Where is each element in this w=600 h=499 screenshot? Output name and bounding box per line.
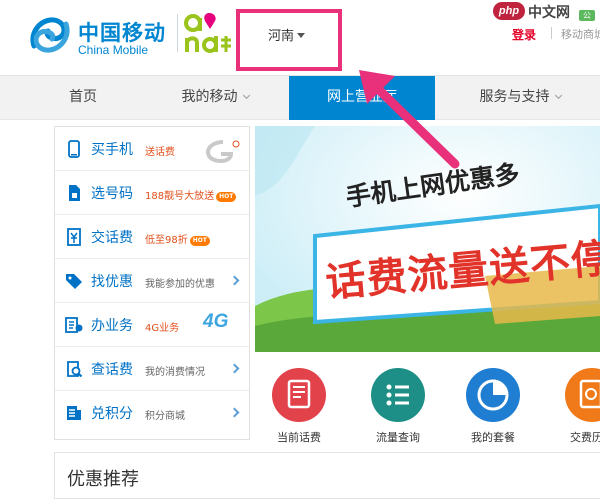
china-mobile-logo-mark-icon [30, 17, 70, 53]
list-icon [386, 384, 409, 406]
sidebar-item-label: 选号码 [91, 186, 133, 202]
quick-icon-bg [371, 368, 425, 422]
watermark-site-name: 中文网 [528, 5, 570, 21]
nav-online-hall-label: 网上营业厅 [327, 89, 397, 105]
login-link[interactable]: 登录 [512, 26, 536, 43]
sidebar-item-handle-business[interactable]: 办业务 4G业务 4G [55, 303, 249, 347]
recommend-section: 优惠推荐 [54, 452, 600, 499]
quick-label: 交费历史 [570, 431, 600, 444]
4g-badge: 4G [203, 311, 229, 332]
sidebar-item-buy-phone[interactable]: 买手机 送话费 [55, 127, 249, 171]
sidebar-item-promo: 低至98折 HOT [145, 231, 210, 246]
bill-icon [67, 228, 81, 246]
sidebar-item-label: 找优惠 [91, 274, 133, 290]
quick-label: 流量查询 [376, 431, 420, 444]
sidebar-item-promo-text: 188靓号大放送 [145, 191, 215, 202]
header-separator [551, 27, 552, 39]
sidebar-item-redeem-points[interactable]: 兑积分 积分商城 [55, 391, 249, 435]
sidebar-item-label: 兑积分 [91, 406, 133, 422]
hot-badge: HOT [216, 192, 237, 202]
nav-service-support[interactable]: 服务与支持 [445, 76, 595, 119]
sidebar-item-pay-bill[interactable]: 交话费 低至98折 HOT [55, 215, 249, 259]
quick-icon-bg [272, 368, 326, 422]
document-icon [287, 379, 311, 409]
logo-divider [177, 14, 178, 52]
region-selector[interactable]: 河南 [268, 25, 306, 44]
sidebar-item-find-offers[interactable]: 找优惠 我能参加的优惠 [55, 259, 249, 303]
nav-home[interactable]: 首页 [28, 76, 138, 119]
nav-service-support-label: 服务与支持 [479, 89, 550, 105]
tag-icon [66, 274, 82, 289]
quick-label: 我的套餐 [471, 431, 515, 444]
watermark-tag: 公 [579, 10, 595, 21]
main-nav: 首页 我的移动 网上营业厅 服务与支持 [0, 75, 600, 120]
chevron-right-icon [229, 407, 240, 418]
chevron-right-icon [229, 363, 240, 374]
sidebar-item-promo: 我的消费情况 [145, 367, 205, 378]
and-brand-logo-icon [184, 13, 231, 53]
sidebar-item-promo: 积分商城 [145, 411, 185, 422]
sim-icon [69, 185, 80, 201]
php-watermark-logo: php [493, 2, 525, 20]
history-icon [579, 379, 600, 409]
recommend-title: 优惠推荐 [67, 469, 139, 490]
mobile-mall-link[interactable]: 移动商城 [561, 26, 600, 42]
points-icon [67, 406, 81, 420]
chevron-down-icon [554, 91, 562, 100]
sidebar-item-choose-number[interactable]: 选号码 188靓号大放送 HOT [55, 171, 249, 215]
quick-sidebar: 买手机 送话费 选号码 188靓号大放送 HOT 交话费 低至98折 HOT 找优惠… [54, 126, 250, 440]
sidebar-item-promo: 4G业务 [145, 323, 180, 334]
quick-label: 当前话费 [277, 431, 321, 444]
sidebar-item-promo: 送话费 [145, 147, 175, 158]
nav-home-label: 首页 [69, 89, 97, 105]
query-icon [67, 361, 83, 378]
service-icon [65, 317, 83, 333]
sidebar-item-promo: 188靓号大放送 HOT [145, 187, 237, 202]
quick-payment-history[interactable]: 交费历史 [560, 368, 600, 448]
brand-name-en: China Mobile [78, 43, 149, 57]
pie-chart-icon [477, 379, 509, 411]
nav-my-mobile[interactable]: 我的移动 [150, 76, 280, 119]
quick-icon-bg [466, 368, 520, 422]
g-brand-icon [205, 140, 240, 164]
promo-banner[interactable]: 手机上网优惠多 话费流量送不停 [255, 126, 600, 352]
nav-online-hall[interactable]: 网上营业厅 [289, 76, 435, 120]
sidebar-item-check-bill[interactable]: 查话费 我的消费情况 [55, 347, 249, 391]
caret-down-icon [297, 33, 306, 38]
sidebar-item-label: 买手机 [91, 142, 133, 158]
sidebar-item-label: 办业务 [91, 318, 133, 334]
nav-my-mobile-label: 我的移动 [181, 89, 238, 105]
sidebar-item-promo: 我能参加的优惠 [145, 279, 215, 290]
chevron-right-icon [229, 275, 240, 286]
phone-icon [68, 140, 80, 158]
quick-data-usage[interactable]: 流量查询 [366, 368, 430, 448]
site-header: 中国移动 China Mobile 河南 php 中文网 公 登录 移动商城 [0, 0, 600, 75]
sidebar-item-label: 查话费 [91, 362, 133, 378]
watermark-badge: php 中文网 公 [493, 0, 600, 22]
sidebar-item-label: 交话费 [91, 230, 133, 246]
quick-current-bill[interactable]: 当前话费 [267, 368, 331, 448]
quick-my-plan[interactable]: 我的套餐 [461, 368, 525, 448]
hot-badge: HOT [189, 236, 210, 246]
region-label: 河南 [268, 29, 295, 44]
china-mobile-logo[interactable]: 中国移动 China Mobile [28, 12, 173, 58]
sidebar-item-promo-text: 低至98折 [145, 235, 188, 246]
quick-icon-bg [565, 368, 600, 422]
chevron-down-icon [242, 91, 250, 100]
